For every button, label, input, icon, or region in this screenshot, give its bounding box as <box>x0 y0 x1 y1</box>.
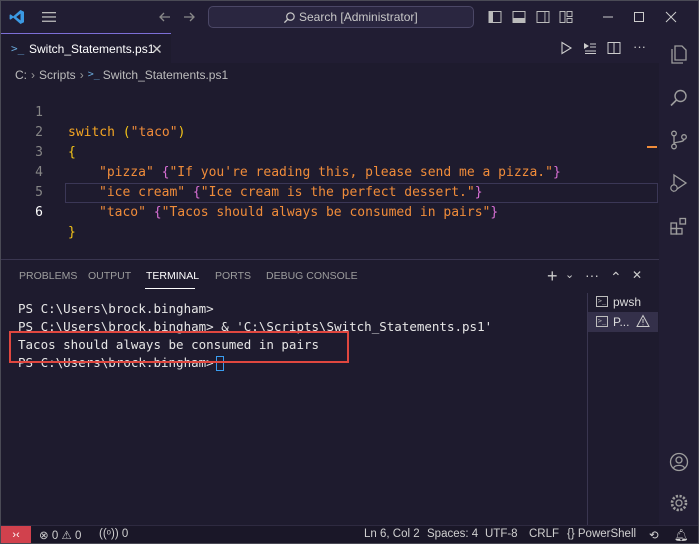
customize-layout-icon[interactable] <box>559 10 573 24</box>
braces-icon: {} <box>567 528 575 540</box>
tab-ports[interactable]: PORTS <box>215 270 251 282</box>
overview-ruler-mark <box>647 146 657 148</box>
breadcrumb-drive[interactable]: C: <box>15 68 27 82</box>
run-icon[interactable] <box>559 41 573 55</box>
tab-label: Switch_Statements.ps1 <box>29 42 155 56</box>
minimize-icon[interactable] <box>598 7 618 27</box>
maximize-panel-icon[interactable]: ⌃ <box>610 269 622 286</box>
cursor-position[interactable]: Ln 6, Col 2 <box>364 528 420 540</box>
explorer-icon[interactable] <box>668 43 690 65</box>
maximize-icon[interactable] <box>629 7 649 27</box>
powershell-file-icon: >_ <box>11 42 25 55</box>
more-actions-icon[interactable]: ··· <box>633 39 646 54</box>
warning-icon <box>636 314 650 327</box>
active-tab-indicator <box>145 288 195 289</box>
tab-switch-statements[interactable]: >_ Switch_Statements.ps1 ✕ <box>1 33 171 63</box>
powershell-file-icon: >_ <box>87 69 100 81</box>
source-control-icon[interactable] <box>668 129 690 151</box>
breadcrumb-chevron-icon: › <box>79 67 84 82</box>
breadcrumb-file[interactable]: Switch_Statements.ps1 <box>103 68 228 82</box>
breadcrumb: C: › Scripts › >_ Switch_Statements.ps1 <box>15 67 228 82</box>
account-icon[interactable] <box>668 451 690 473</box>
line-ending[interactable]: CRLF <box>529 528 559 540</box>
code-line: 4 "ice cream" {"Ice cream is the perfect… <box>1 143 659 200</box>
code-line: 2 { <box>1 103 659 160</box>
language-mode[interactable]: {} PowerShell <box>567 528 636 540</box>
code-line: 6 } <box>1 183 659 240</box>
brace-close: } <box>68 225 76 240</box>
settings-gear-icon[interactable] <box>668 492 690 514</box>
vscode-window: Search [Administrator] >_ Switch_Stateme… <box>0 0 699 544</box>
output-highlight-box <box>9 331 349 363</box>
warning-count: 0 <box>74 530 82 542</box>
title-bar: Search [Administrator] <box>1 1 698 33</box>
vscode-logo-icon <box>9 10 24 24</box>
new-terminal-icon[interactable]: + <box>547 266 558 287</box>
command-center-search[interactable]: Search [Administrator] <box>208 6 474 28</box>
back-arrow-icon[interactable] <box>157 9 173 25</box>
editor-tab-bar: >_ Switch_Statements.ps1 ✕ ··· <box>1 33 659 63</box>
run-debug-icon[interactable] <box>668 172 690 194</box>
tab-terminal[interactable]: TERMINAL <box>146 270 199 282</box>
breadcrumb-chevron-icon: › <box>31 67 35 82</box>
language-label: PowerShell <box>577 528 637 540</box>
search-icon[interactable] <box>668 87 690 109</box>
case-value: "Tacos should always be consumed in pair… <box>161 205 491 220</box>
terminal-session-label: P... <box>613 315 630 329</box>
error-count: 0 <box>51 530 59 542</box>
terminal-icon: >_ <box>596 296 608 307</box>
tab-debug-console[interactable]: DEBUG CONSOLE <box>266 270 358 282</box>
tab-problems[interactable]: PROBLEMS <box>19 270 77 282</box>
warning-icon: ⚠ <box>61 530 72 542</box>
case-key: "taco" <box>99 205 146 220</box>
extensions-icon[interactable] <box>668 215 690 237</box>
tab-close-icon[interactable]: ✕ <box>151 41 163 58</box>
indentation[interactable]: Spaces: 4 <box>427 528 478 540</box>
activity-bar <box>659 33 698 525</box>
toggle-secondary-sidebar-icon[interactable] <box>536 10 550 24</box>
terminal-session-label: pwsh <box>613 295 642 309</box>
tab-output[interactable]: OUTPUT <box>88 270 131 282</box>
breadcrumb-folder[interactable]: Scripts <box>39 68 76 82</box>
terminal-icon: >_ <box>596 316 608 327</box>
more-actions-icon[interactable]: ··· <box>585 267 599 283</box>
run-selection-icon[interactable] <box>583 41 597 55</box>
forward-arrow-icon[interactable] <box>181 9 197 25</box>
remote-indicator-icon[interactable]: ›‹ <box>1 526 31 543</box>
close-icon[interactable] <box>661 7 681 27</box>
terminal-session-pwsh[interactable]: >_ pwsh <box>588 292 658 312</box>
line-number: 6 <box>35 205 43 220</box>
split-editor-icon[interactable] <box>607 41 621 55</box>
code-line: 5 "taco" {"Tacos should always be consum… <box>1 163 659 220</box>
terminal-session-powershell[interactable]: >_ P... <box>588 312 658 332</box>
sync-icon[interactable]: ⟲ <box>649 528 659 542</box>
search-placeholder: Search [Administrator] <box>299 10 418 24</box>
problems-status[interactable]: ⊗ 0 ⚠ 0 <box>39 528 81 542</box>
broadcast-icon: ((ᵒ)) <box>99 528 119 540</box>
close-panel-icon[interactable]: ✕ <box>632 268 642 282</box>
code-editor[interactable]: 1 switch ("taco") 2 { 3 "pizza" {"If you… <box>1 83 659 259</box>
hamburger-menu-icon[interactable] <box>41 10 57 24</box>
status-bar: ›‹ ⊗ 0 ⚠ 0 ((ᵒ)) 0 Ln 6, Col 2 Spaces: 4… <box>1 525 698 543</box>
search-icon <box>283 12 295 24</box>
code-line: 3 "pizza" {"If you're reading this, plea… <box>1 123 659 180</box>
notifications-bell-icon[interactable]: 🔔︎ <box>674 528 689 542</box>
error-icon: ⊗ <box>39 530 49 542</box>
ports-count: 0 <box>121 528 129 540</box>
ports-status[interactable]: ((ᵒ)) 0 <box>99 528 128 540</box>
bottom-panel: PROBLEMS OUTPUT TERMINAL PORTS DEBUG CON… <box>1 259 659 526</box>
terminal-line: PS C:\Users\brock.bingham> <box>18 301 214 316</box>
toggle-panel-icon[interactable] <box>512 10 526 24</box>
chevron-down-icon[interactable]: ⌄ <box>565 268 574 281</box>
encoding[interactable]: UTF-8 <box>485 528 518 540</box>
toggle-sidebar-icon[interactable] <box>488 10 502 24</box>
code-line: 1 switch ("taco") <box>1 83 659 140</box>
